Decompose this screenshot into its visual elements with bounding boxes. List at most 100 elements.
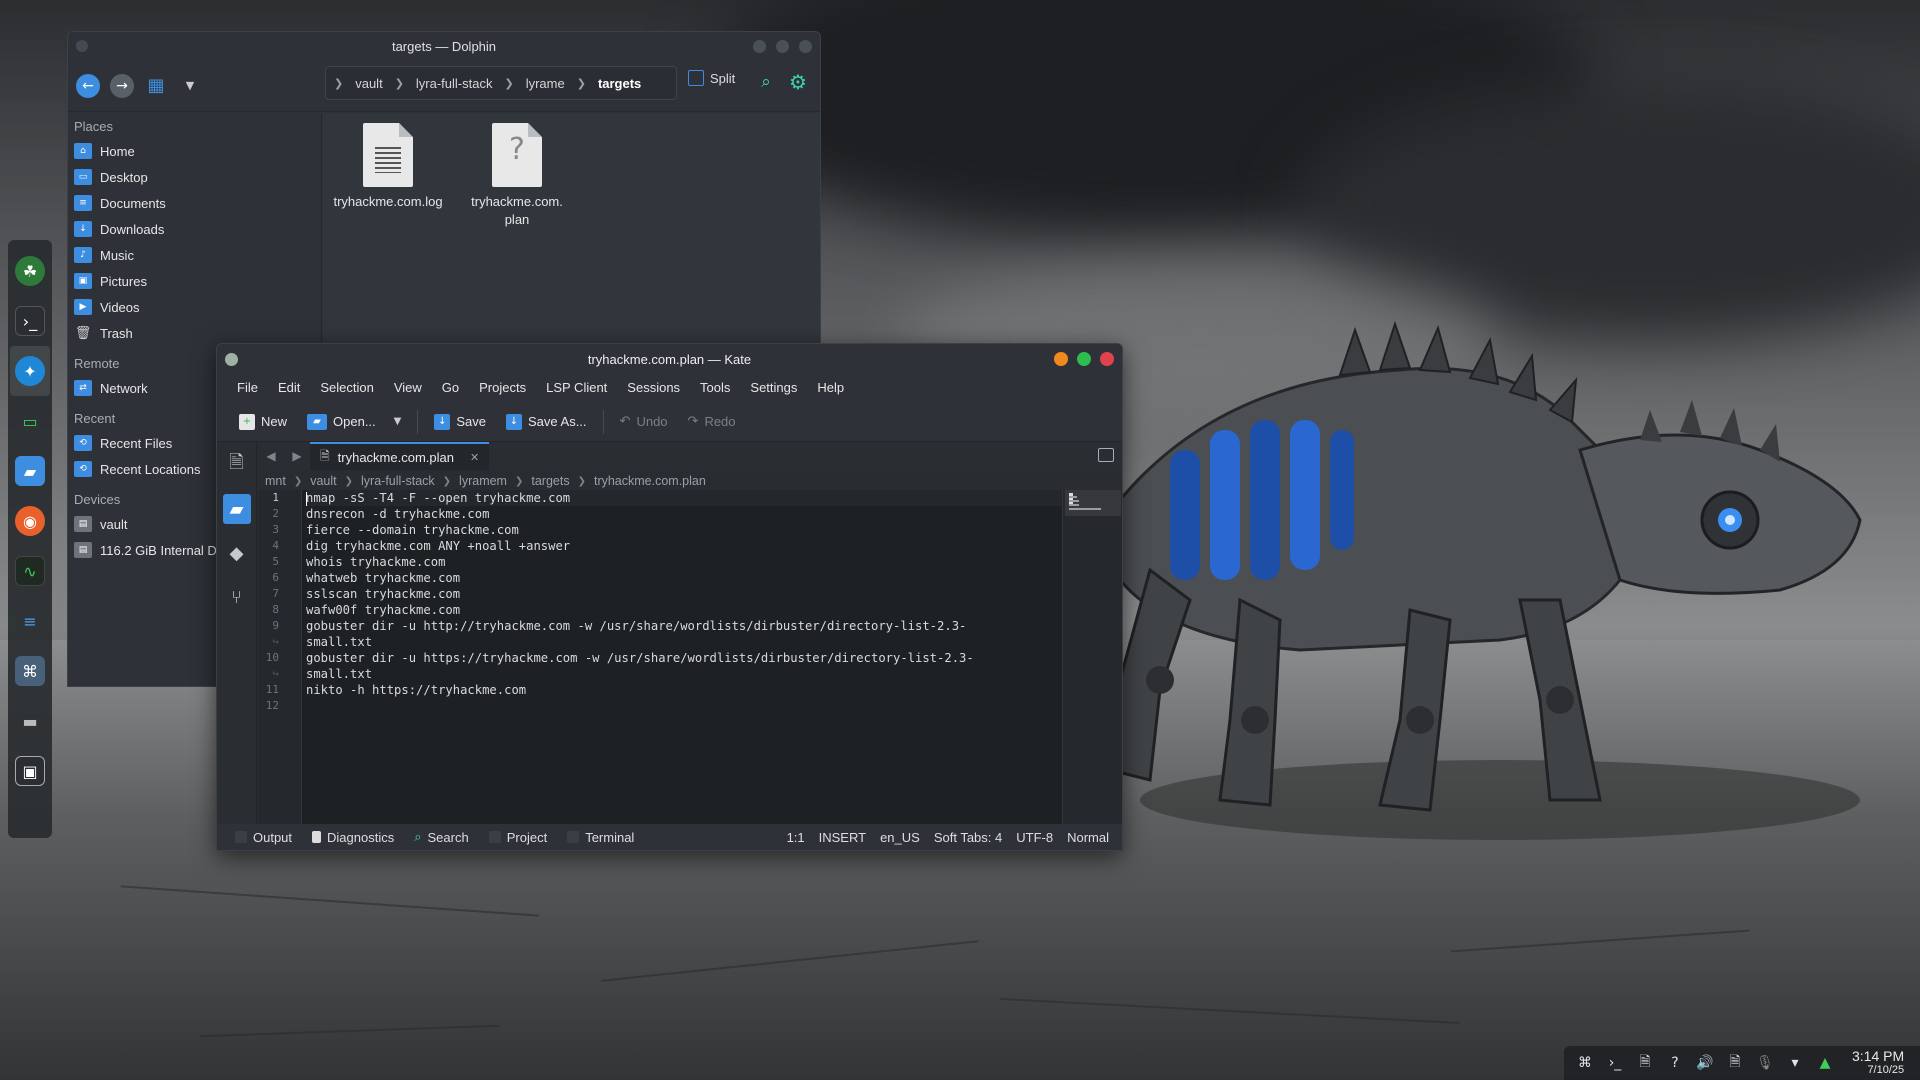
minimize-button[interactable] bbox=[1054, 352, 1068, 366]
menu-sessions[interactable]: Sessions bbox=[617, 374, 690, 402]
place-pictures[interactable]: ▣ Pictures bbox=[68, 268, 321, 294]
chevron-down-icon[interactable]: ▼ bbox=[394, 416, 402, 427]
window-pin-button[interactable] bbox=[76, 40, 88, 52]
place-documents[interactable]: ≡ Documents bbox=[68, 190, 321, 216]
dock-firefox[interactable]: ◉ bbox=[10, 496, 50, 546]
close-tab-icon[interactable]: ✕ bbox=[470, 451, 479, 464]
breadcrumb-item[interactable]: lyra-full-stack bbox=[416, 76, 493, 91]
chevron-down-icon[interactable]: ▼ bbox=[178, 74, 202, 98]
unknown-app-icon[interactable]: ? bbox=[1664, 1052, 1686, 1074]
menu-projects[interactable]: Projects bbox=[469, 374, 536, 402]
breadcrumb-item[interactable]: targets bbox=[531, 474, 569, 488]
search-icon[interactable]: ⌕ bbox=[754, 70, 778, 94]
forward-button[interactable]: → bbox=[110, 73, 134, 98]
dock-dolphin[interactable]: ▰ bbox=[10, 446, 50, 496]
dock-opensuse[interactable]: ☘ bbox=[10, 246, 50, 296]
open-button[interactable]: ▰ Open... ▼ bbox=[299, 407, 409, 437]
save-as-button[interactable]: ↓ Save As... bbox=[498, 407, 595, 437]
updates-icon[interactable]: ▲ bbox=[1814, 1052, 1836, 1074]
clock[interactable]: 3:14 PM 7/10/25 bbox=[1852, 1049, 1904, 1077]
menu-edit[interactable]: Edit bbox=[268, 374, 310, 402]
place-videos[interactable]: ▶ Videos bbox=[68, 294, 321, 320]
file-item[interactable]: tryhackme.com.log bbox=[333, 123, 443, 211]
minimap[interactable] bbox=[1062, 490, 1122, 824]
breadcrumb-item[interactable]: tryhackme.com.plan bbox=[594, 474, 706, 488]
encoding-setting[interactable]: UTF-8 bbox=[1009, 830, 1060, 845]
tab-prev-icon[interactable]: ◀ bbox=[258, 449, 284, 463]
maximize-button[interactable] bbox=[776, 40, 789, 53]
breadcrumb-current[interactable]: targets bbox=[598, 76, 641, 91]
menu-file[interactable]: File bbox=[227, 374, 268, 402]
menu-settings[interactable]: Settings bbox=[740, 374, 807, 402]
cursor-position[interactable]: 1:1 bbox=[780, 830, 812, 845]
diagnostics-panel-button[interactable]: Diagnostics bbox=[302, 830, 404, 845]
menu-view[interactable]: View bbox=[384, 374, 432, 402]
breadcrumb-item[interactable]: vault bbox=[355, 76, 382, 91]
network-folder-icon: ⇄ bbox=[74, 380, 92, 396]
view-mode-icon[interactable]: ▦ bbox=[144, 74, 168, 98]
place-desktop[interactable]: ▭ Desktop bbox=[68, 164, 321, 190]
spellcheck-language[interactable]: en_US bbox=[873, 830, 927, 845]
dock-system-monitor[interactable]: ∿ bbox=[10, 546, 50, 596]
text-editor[interactable]: 1 2 3 4 5 6 7 8 9 ↪ 10 ↪ 11 12 nmap -sS … bbox=[258, 490, 1062, 824]
redo-button[interactable]: ↷ Redo bbox=[680, 407, 744, 437]
new-button[interactable]: + New bbox=[231, 407, 295, 437]
code-area[interactable]: nmap -sS -T4 -F --open tryhackme.com dns… bbox=[306, 490, 1062, 824]
window-pin-button[interactable] bbox=[225, 353, 238, 366]
place-downloads[interactable]: ↓ Downloads bbox=[68, 216, 321, 242]
split-view-icon[interactable] bbox=[1098, 448, 1114, 462]
search-panel-button[interactable]: ⌕ Search bbox=[404, 830, 478, 845]
network-tool-icon[interactable]: ⌘ bbox=[1574, 1052, 1596, 1074]
split-button[interactable]: Split bbox=[688, 70, 735, 86]
minimap-viewport[interactable] bbox=[1065, 490, 1121, 516]
breadcrumb-item[interactable]: lyra-full-stack bbox=[361, 474, 435, 488]
gear-icon[interactable]: ⚙ bbox=[786, 70, 810, 94]
breadcrumb-item[interactable]: mnt bbox=[265, 474, 286, 488]
minimize-button[interactable] bbox=[753, 40, 766, 53]
undo-button[interactable]: ↶ Undo bbox=[612, 407, 676, 437]
tab-document[interactable]: 🗎 tryhackme.com.plan ✕ bbox=[310, 442, 490, 470]
tab-next-icon[interactable]: ▶ bbox=[284, 449, 310, 463]
documents-panel-icon[interactable]: 🗎 bbox=[223, 450, 251, 480]
close-button[interactable] bbox=[1100, 352, 1114, 366]
menu-tools[interactable]: Tools bbox=[690, 374, 740, 402]
project-panel-button[interactable]: Project bbox=[479, 830, 557, 845]
clipboard-icon[interactable]: 🗎 bbox=[1634, 1052, 1656, 1074]
trash-icon: 🗑 bbox=[74, 325, 92, 341]
dock-network-tool[interactable]: ⌘ bbox=[10, 646, 50, 696]
indentation-setting[interactable]: Soft Tabs: 4 bbox=[927, 830, 1009, 845]
close-button[interactable] bbox=[799, 40, 812, 53]
maximize-button[interactable] bbox=[1077, 352, 1091, 366]
input-mode[interactable]: Normal bbox=[1060, 830, 1116, 845]
file-item[interactable]: ? tryhackme.com. plan bbox=[462, 123, 572, 229]
wifi-icon[interactable]: ▾ bbox=[1784, 1052, 1806, 1074]
place-home[interactable]: ⌂ Home bbox=[68, 138, 321, 164]
microphone-icon[interactable]: 🎙 bbox=[1754, 1052, 1776, 1074]
menu-go[interactable]: Go bbox=[432, 374, 469, 402]
dock-kate[interactable]: ≡ bbox=[10, 596, 50, 646]
notes-icon[interactable]: 🗎 bbox=[1724, 1052, 1746, 1074]
save-button[interactable]: ↓ Save bbox=[426, 407, 494, 437]
breadcrumb-item[interactable]: vault bbox=[310, 474, 336, 488]
breadcrumb-item[interactable]: lyrame bbox=[526, 76, 565, 91]
volume-icon[interactable]: 🔊 bbox=[1694, 1052, 1716, 1074]
breadcrumb-item[interactable]: lyramem bbox=[459, 474, 507, 488]
output-panel-button[interactable]: Output bbox=[225, 830, 302, 845]
filesystem-browser-icon[interactable]: ▰ bbox=[222, 494, 251, 524]
place-music[interactable]: ♪ Music bbox=[68, 242, 321, 268]
dock-battery[interactable]: ▭ bbox=[10, 396, 50, 446]
symbols-tree-icon[interactable]: ⑂ bbox=[223, 582, 251, 612]
drive-icon: ▤ bbox=[74, 542, 92, 558]
dock-terminal[interactable]: ›_ bbox=[10, 296, 50, 346]
dock-disk[interactable]: ▬ bbox=[10, 696, 50, 746]
dock-kde-launcher[interactable]: ✦ bbox=[10, 346, 50, 396]
terminal-panel-button[interactable]: Terminal bbox=[557, 830, 644, 845]
edit-mode[interactable]: INSERT bbox=[812, 830, 873, 845]
back-button[interactable]: ← bbox=[76, 73, 100, 98]
menu-lsp-client[interactable]: LSP Client bbox=[536, 374, 617, 402]
menu-selection[interactable]: Selection bbox=[310, 374, 383, 402]
git-icon[interactable]: ◆ bbox=[223, 538, 251, 568]
menu-help[interactable]: Help bbox=[807, 374, 854, 402]
terminal-icon[interactable]: ›_ bbox=[1604, 1052, 1626, 1074]
dock-display[interactable]: ▣ bbox=[10, 746, 50, 796]
